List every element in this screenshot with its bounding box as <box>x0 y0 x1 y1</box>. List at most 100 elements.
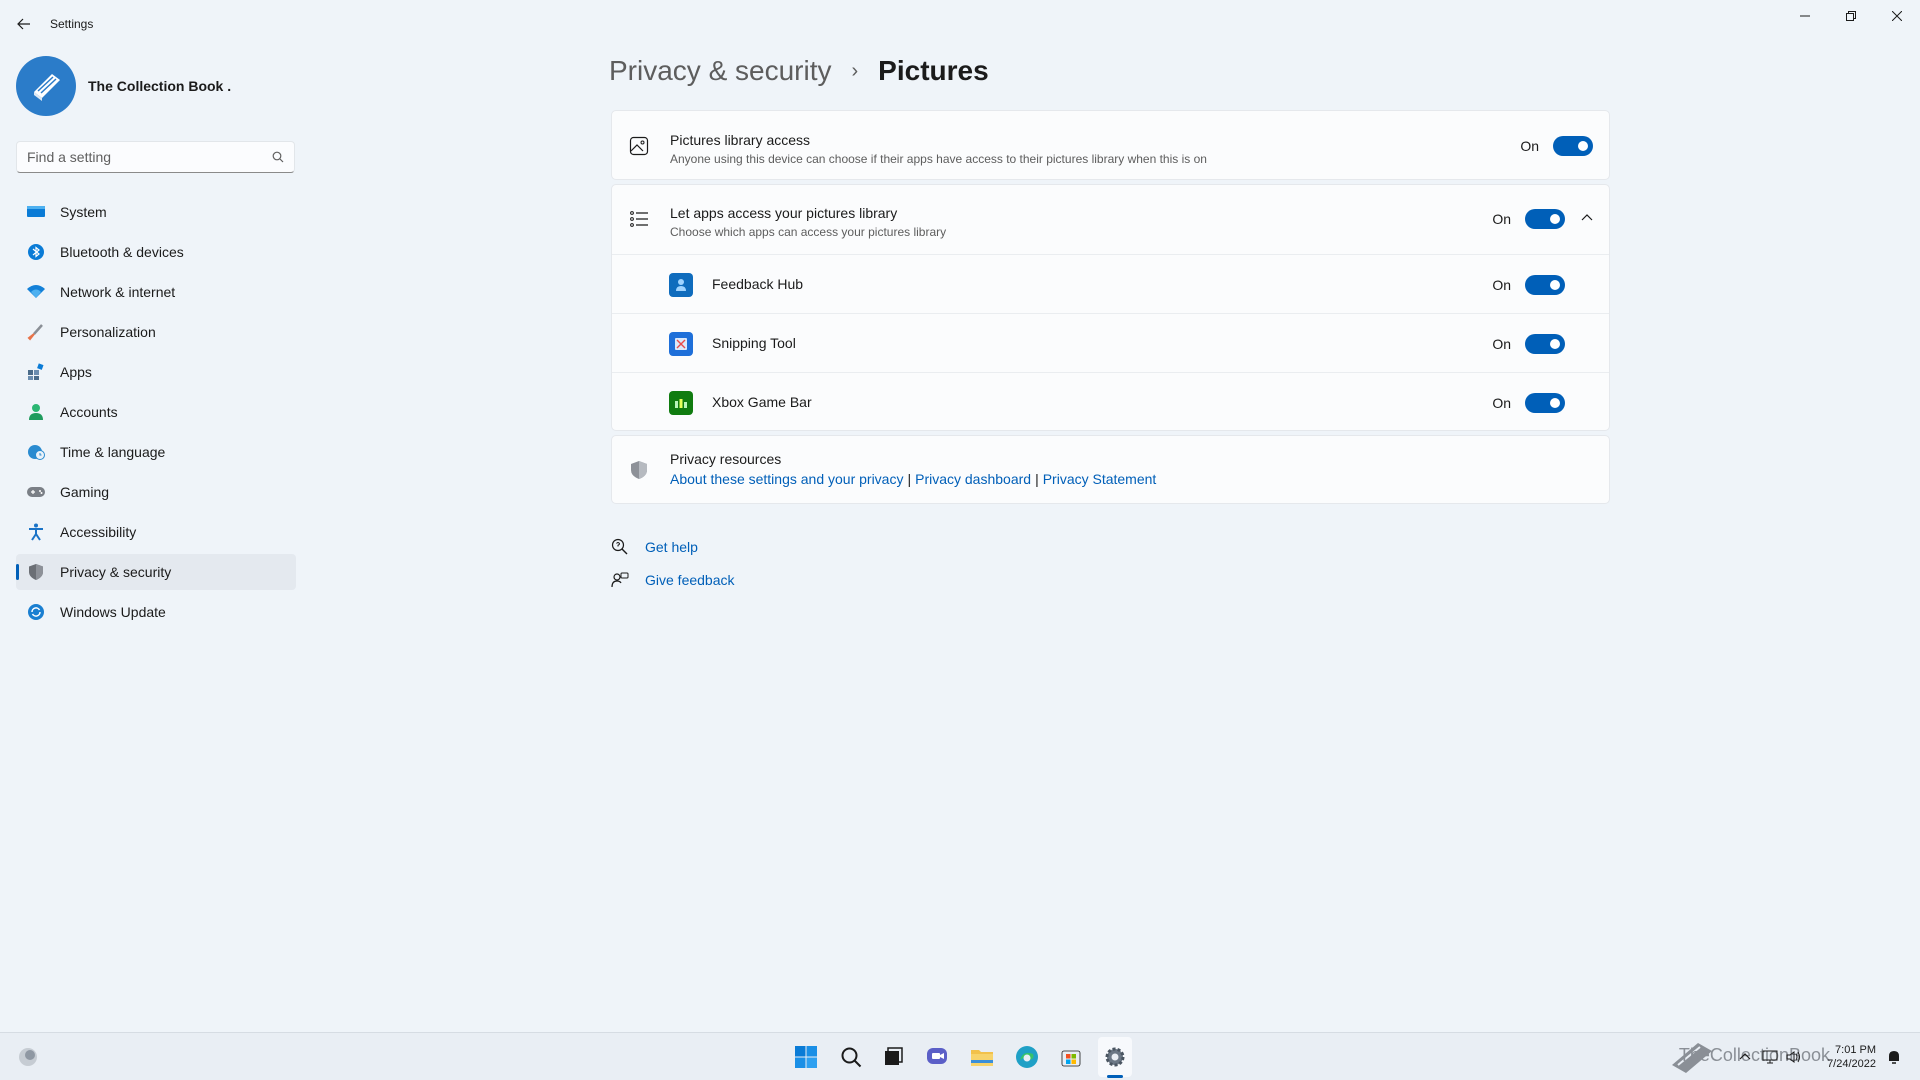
brush-icon <box>26 322 46 342</box>
sidebar-item-privacy-security[interactable]: Privacy & security <box>16 554 296 590</box>
privacy-statement-link[interactable]: Privacy Statement <box>1043 471 1157 487</box>
app-row-feedback-hub: Feedback Hub On <box>612 254 1609 313</box>
sidebar-item-label: Accounts <box>60 404 118 420</box>
profile[interactable]: The Collection Book . <box>16 56 231 116</box>
file-explorer-icon[interactable] <box>968 1043 996 1071</box>
profile-name: The Collection Book . <box>88 78 232 94</box>
close-icon <box>1892 11 1902 21</box>
shield-icon <box>628 459 650 481</box>
restore-icon <box>1846 11 1856 21</box>
get-help-row: Get help <box>611 538 698 556</box>
sidebar-item-label: Gaming <box>60 484 110 500</box>
sidebar-item-label: Bluetooth & devices <box>60 244 184 260</box>
restore-button[interactable] <box>1828 0 1874 32</box>
volume-icon[interactable] <box>1784 1043 1804 1071</box>
task-view-icon[interactable] <box>879 1043 907 1071</box>
globe-clock-icon <box>26 442 46 462</box>
chevron-up-icon[interactable] <box>1581 211 1593 229</box>
sidebar-item-label: Network & internet <box>60 284 176 300</box>
feedback-hub-toggle[interactable] <box>1525 275 1565 295</box>
title-bar: Settings <box>0 0 1920 48</box>
store-icon[interactable] <box>1057 1043 1085 1071</box>
sidebar-item-gaming[interactable]: Gaming <box>16 474 296 510</box>
toggle-state-label: On <box>1492 211 1511 227</box>
snipping-tool-icon <box>669 332 693 356</box>
setting-title: Let apps access your pictures library <box>670 205 898 221</box>
search-input[interactable] <box>27 149 272 165</box>
search-box[interactable] <box>16 141 295 173</box>
link-separator: | <box>907 471 912 487</box>
toggle-state-label: On <box>1492 336 1511 352</box>
sidebar-item-personalization[interactable]: Personalization <box>16 314 296 350</box>
person-icon <box>26 402 46 422</box>
sidebar-item-windows-update[interactable]: Windows Update <box>16 594 296 630</box>
minimize-button[interactable] <box>1782 0 1828 32</box>
minimize-icon <box>1800 15 1810 17</box>
setting-description: Choose which apps can access your pictur… <box>670 225 947 239</box>
give-feedback-link[interactable]: Give feedback <box>645 572 735 588</box>
breadcrumb-parent[interactable]: Privacy & security <box>609 55 832 87</box>
sidebar-item-bluetooth[interactable]: Bluetooth & devices <box>16 234 296 270</box>
close-button[interactable] <box>1874 0 1920 32</box>
toggle-state-label: On <box>1520 138 1539 154</box>
privacy-resources-card: Privacy resources About these settings a… <box>611 435 1610 504</box>
sidebar-item-network[interactable]: Network & internet <box>16 274 296 310</box>
setting-description: Anyone using this device can choose if t… <box>670 152 1207 166</box>
taskbar-active-indicator <box>1107 1075 1123 1078</box>
get-help-link[interactable]: Get help <box>645 539 698 555</box>
privacy-resources-title: Privacy resources <box>670 451 782 467</box>
avatar <box>16 56 76 116</box>
app-name: Snipping Tool <box>712 335 796 351</box>
clock[interactable]: 7:01 PM 7/24/2022 <box>1827 1043 1876 1071</box>
settings-gear-icon[interactable] <box>1101 1043 1129 1071</box>
sidebar-item-label: Privacy & security <box>60 564 172 580</box>
start-icon[interactable] <box>792 1043 820 1071</box>
picture-icon <box>628 135 650 157</box>
about-privacy-link[interactable]: About these settings and your privacy <box>670 471 903 487</box>
sidebar-item-system[interactable]: System <box>16 194 296 230</box>
back-button[interactable] <box>12 12 36 36</box>
network-icon[interactable] <box>1760 1043 1780 1071</box>
pictures-library-access-card: Pictures library access Anyone using thi… <box>611 110 1610 180</box>
list-icon <box>628 208 650 230</box>
monitor-icon <box>26 202 46 222</box>
chat-icon[interactable] <box>924 1043 952 1071</box>
pictures-library-access-toggle[interactable] <box>1553 136 1593 156</box>
taskbar: TheCollectionBook 7:01 PM 7/24/2022 <box>0 1032 1920 1080</box>
sidebar-item-apps[interactable]: Apps <box>16 354 296 390</box>
app-row-xbox-game-bar: Xbox Game Bar On <box>612 372 1609 431</box>
apps-icon <box>26 362 46 382</box>
let-apps-access-card: Let apps access your pictures library Ch… <box>611 184 1610 431</box>
chevron-up-icon[interactable] <box>1736 1043 1754 1071</box>
wifi-icon <box>26 282 46 302</box>
widgets-icon[interactable] <box>14 1043 42 1071</box>
shield-icon <box>26 562 46 582</box>
toggle-state-label: On <box>1492 395 1511 411</box>
search-icon[interactable] <box>837 1043 865 1071</box>
sidebar-item-time-language[interactable]: Time & language <box>16 434 296 470</box>
sidebar-item-label: System <box>60 204 107 220</box>
gamepad-icon <box>26 482 46 502</box>
let-apps-access-header[interactable]: Let apps access your pictures library Ch… <box>612 185 1609 254</box>
sidebar-item-label: Personalization <box>60 324 156 340</box>
sidebar-nav: System Bluetooth & devices Network & int… <box>16 194 296 634</box>
breadcrumb: Privacy & security › Pictures <box>609 55 989 87</box>
toggle-state-label: On <box>1492 277 1511 293</box>
app-title: Settings <box>50 17 94 31</box>
book-icon <box>34 74 60 101</box>
notification-icon[interactable] <box>1884 1043 1904 1071</box>
accessibility-icon <box>26 522 46 542</box>
let-apps-access-toggle[interactable] <box>1525 209 1565 229</box>
xbox-game-bar-toggle[interactable] <box>1525 393 1565 413</box>
sidebar-item-label: Apps <box>60 364 92 380</box>
help-icon <box>611 538 628 555</box>
watermark-text: TheCollectionBook <box>1678 1045 1830 1065</box>
sidebar-item-accounts[interactable]: Accounts <box>16 394 296 430</box>
sidebar-item-accessibility[interactable]: Accessibility <box>16 514 296 550</box>
feedback-icon <box>611 572 629 588</box>
snipping-tool-toggle[interactable] <box>1525 334 1565 354</box>
privacy-dashboard-link[interactable]: Privacy dashboard <box>915 471 1031 487</box>
clock-time: 7:01 PM <box>1835 1044 1876 1056</box>
edge-icon[interactable] <box>1013 1043 1041 1071</box>
clock-date: 7/24/2022 <box>1827 1058 1876 1070</box>
